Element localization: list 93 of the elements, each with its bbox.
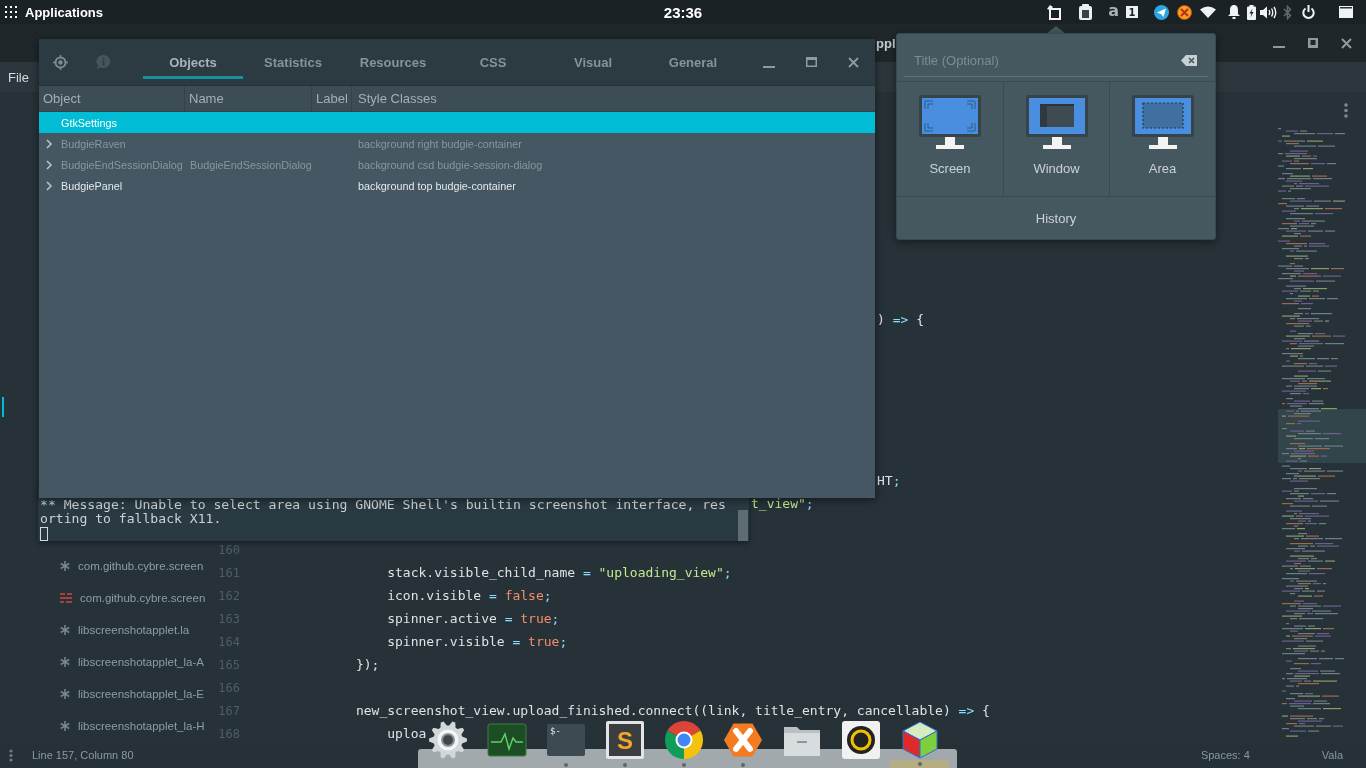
selection-mark	[2, 397, 4, 417]
indentation-setting[interactable]: Spaces: 4	[1200, 749, 1250, 761]
capture-mode-button[interactable]: Window	[1003, 82, 1109, 196]
cursor-icon	[40, 527, 48, 541]
code-line: HT;	[877, 472, 901, 489]
window-icon[interactable]	[1339, 6, 1353, 18]
applications-button[interactable]: Applications	[5, 1, 103, 23]
cube-icon	[899, 720, 940, 760]
asterisk-icon	[60, 657, 70, 667]
file-name[interactable]: com.github.cybre.screen	[80, 592, 206, 604]
code-line: spinner.active = true;	[387, 610, 560, 627]
tree-row[interactable]: BudgiePanel background top budgie-container	[39, 175, 875, 196]
object-name: BudgieEndSessionDialog	[190, 158, 312, 171]
bell-icon[interactable]	[1228, 5, 1240, 19]
file-name[interactable]: com.github.cybre.screen	[78, 560, 204, 572]
activity-graph-icon	[486, 720, 527, 760]
inspector-tab[interactable]: Visual	[543, 39, 643, 79]
chevron-icon[interactable]	[45, 180, 53, 191]
object-type: BudgieRaven	[61, 137, 126, 150]
history-button[interactable]: History	[897, 197, 1215, 239]
more-icon[interactable]	[9, 748, 13, 762]
asterisk-icon	[60, 721, 70, 731]
asterisk-icon	[60, 625, 70, 635]
file-name[interactable]: libscreenshotapplet_la-H	[78, 720, 205, 732]
dock-launcher[interactable]: S	[595, 716, 654, 768]
bluetooth-icon[interactable]	[1283, 4, 1292, 20]
object-type: BudgieEndSessionDialog	[61, 158, 183, 171]
inspector-tab[interactable]: Objects	[143, 39, 243, 79]
column-header[interactable]: Name	[185, 86, 312, 111]
style-classes: background right budgie-container	[358, 137, 522, 150]
column-header[interactable]: Label	[312, 86, 352, 111]
inspector-tab[interactable]: Statistics	[243, 39, 343, 79]
close-icon[interactable]	[847, 56, 859, 68]
paper-plane-icon[interactable]	[1154, 4, 1169, 20]
clock: 23:36	[663, 3, 703, 21]
clear-icon[interactable]	[1181, 55, 1197, 66]
file-name[interactable]: libscreenshotapplet.la	[78, 624, 190, 636]
maximize-icon[interactable]	[1308, 38, 1318, 48]
style-classes: background top budgie-container	[358, 179, 516, 192]
code-line: new_screenshot_view.upload_finished.connect((link, title_entry, cancellable) => {	[355, 702, 990, 719]
column-header[interactable]: Object	[39, 86, 185, 111]
cross-circle-icon[interactable]	[1177, 4, 1192, 20]
letter-tile-icon: S	[604, 720, 645, 760]
language-setting[interactable]: Vala	[1321, 749, 1343, 761]
more-icon[interactable]	[1344, 103, 1348, 118]
maximize-icon[interactable]	[805, 57, 817, 67]
segmented-circle-icon	[663, 720, 704, 760]
capture-mode-button[interactable]: Screen	[897, 82, 1003, 196]
gear-icon	[427, 720, 468, 760]
file-name[interactable]: libscreenshotapplet_la-E	[78, 688, 204, 700]
battery-icon[interactable]	[1247, 4, 1256, 20]
tray-badge[interactable]: 1	[1126, 6, 1138, 18]
object-type: BudgiePanel	[61, 179, 123, 192]
asterisk-icon	[60, 561, 70, 571]
asterisk-icon	[60, 689, 70, 699]
inspector-tab[interactable]: Resources	[343, 39, 443, 79]
column-header[interactable]: Style Classes	[352, 86, 875, 111]
code-line: });	[355, 656, 380, 673]
power-icon[interactable]	[1302, 5, 1315, 19]
wifi-icon[interactable]	[1200, 6, 1216, 18]
lines-icon	[60, 593, 72, 603]
monitor-corners-icon	[919, 95, 981, 149]
clipboard-icon[interactable]	[1079, 4, 1093, 20]
scrollbar-thumb[interactable]	[738, 510, 748, 541]
capture-mode-button[interactable]: Area	[1109, 82, 1215, 196]
window-title: ppl	[876, 35, 896, 51]
style-classes: background csd budgie-session-dialog	[358, 158, 543, 171]
code-line: stack.visible_child_name = "uploading_view";	[387, 564, 732, 581]
volume-icon[interactable]	[1260, 5, 1277, 19]
monitor-window-icon	[1025, 95, 1088, 149]
menu-item[interactable]: File	[8, 69, 29, 85]
code-line: ) => {	[877, 311, 924, 328]
code-line: uploa	[387, 725, 427, 742]
chevron-icon[interactable]	[45, 138, 53, 149]
code-line: t_view";	[751, 495, 814, 512]
inspector-tab[interactable]: CSS	[443, 39, 543, 79]
frame-icon[interactable]	[1046, 4, 1063, 20]
tray-letter[interactable]: a	[1108, 2, 1119, 19]
chevron-icon[interactable]	[45, 159, 53, 170]
terminal-output: ** Message: Unable to select area using GNOME Shell's builtin screenshot interface, res orting to fallback X11.	[40, 498, 726, 526]
cursor-position[interactable]: Line 157, Column 80	[32, 749, 134, 761]
inspector-tab[interactable]: General	[643, 39, 743, 79]
tree-row[interactable]: BudgieEndSessionDialog BudgieEndSessionDialog background csd budgie-session-dialog	[39, 154, 875, 175]
target-icon[interactable]	[53, 54, 68, 70]
close-icon[interactable]	[1341, 37, 1352, 49]
file-name[interactable]: libscreenshotapplet_la-A	[78, 656, 204, 668]
apps-grid-icon	[5, 6, 17, 18]
object-type: GtkSettings	[61, 116, 117, 129]
code-line: spinner.visible = true;	[387, 633, 568, 650]
monitor-selection-icon	[1131, 95, 1194, 149]
code-line: icon.visible = false;	[387, 587, 552, 604]
tree-row[interactable]: BudgieRaven background right budgie-container	[39, 133, 875, 154]
dock-launcher[interactable]: $-	[536, 716, 595, 768]
